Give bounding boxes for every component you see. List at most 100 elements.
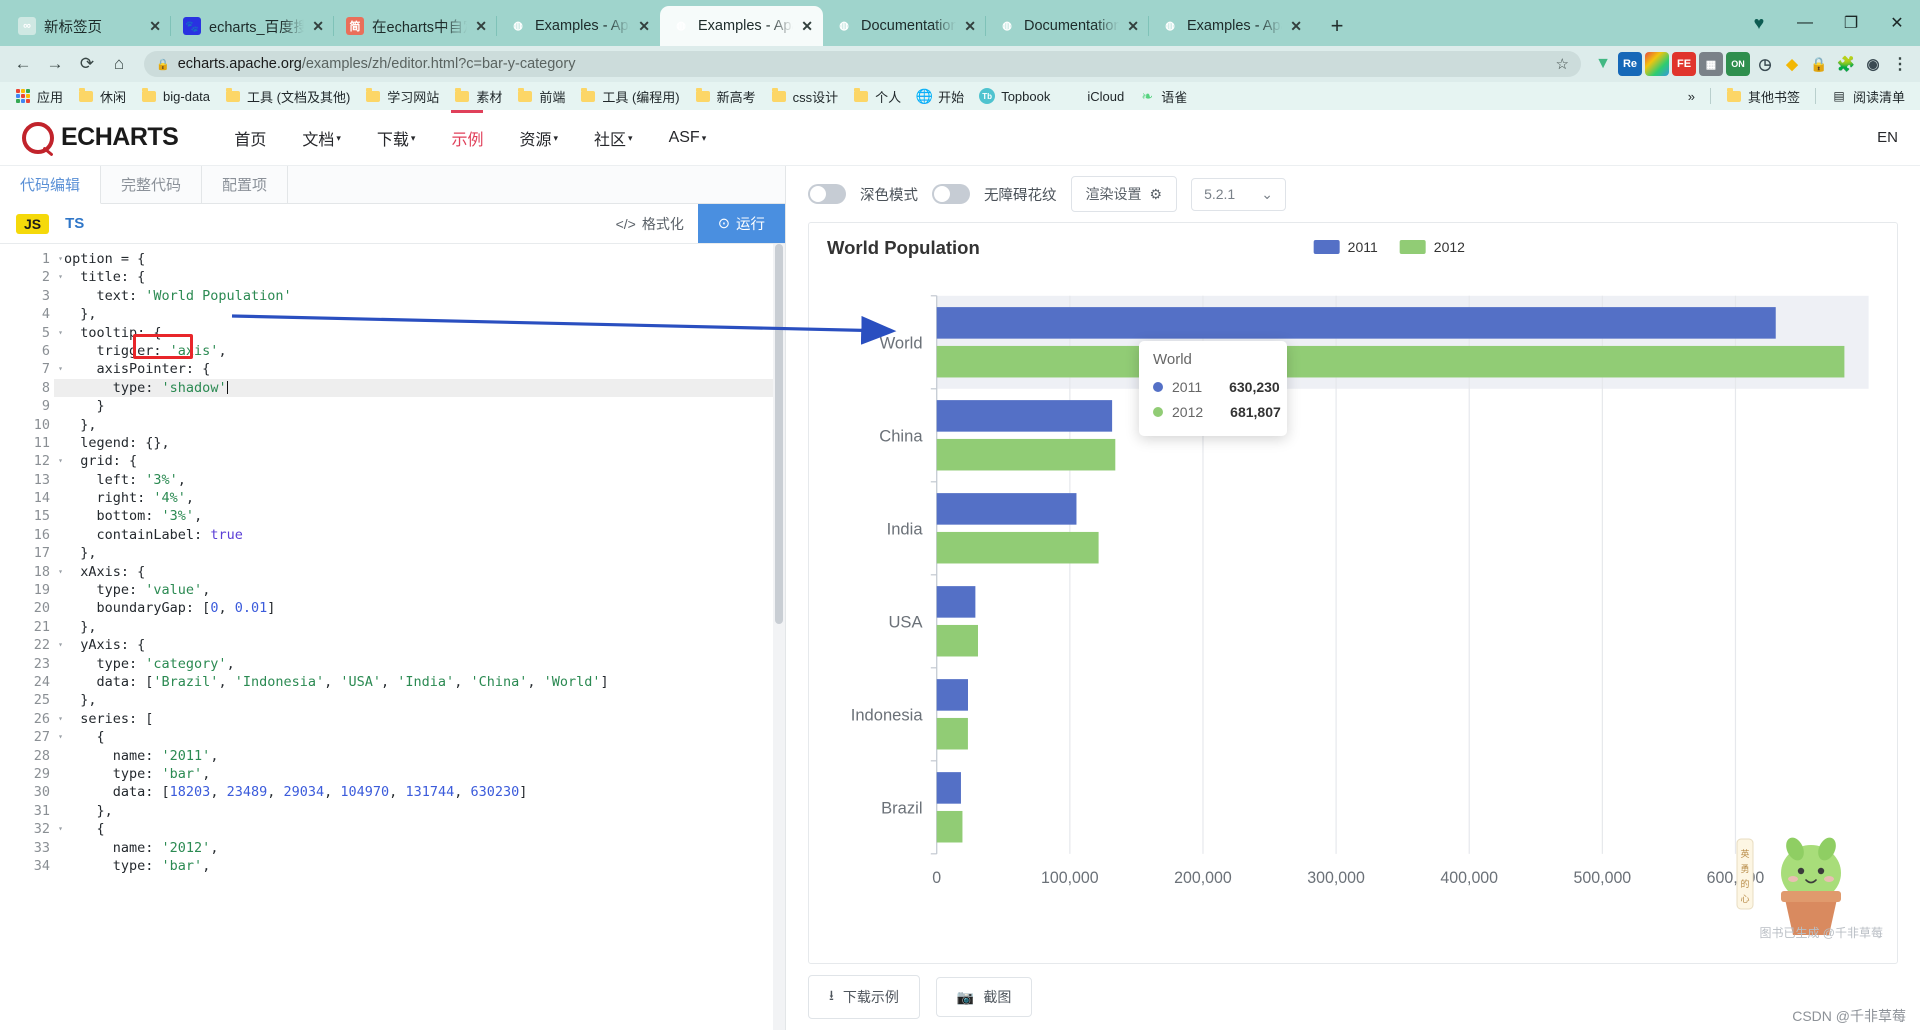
code-line[interactable]: name: '2012', — [64, 839, 785, 857]
bookmark-item[interactable]: 个人 — [846, 85, 908, 108]
vue-devtools-icon[interactable]: ▼ — [1591, 52, 1615, 76]
bookmark-item[interactable]: 🌐 开始 — [909, 85, 971, 108]
code-line[interactable]: type: 'category', — [64, 655, 785, 673]
reading-list-button[interactable]: ▤ 阅读清单 — [1824, 85, 1912, 108]
lang-ts-button[interactable]: TS — [65, 215, 84, 232]
address-bar[interactable]: 🔒 echarts.apache.org/examples/zh/editor.… — [144, 51, 1581, 77]
code-line[interactable]: type: 'bar', — [64, 765, 785, 783]
browser-tab[interactable]: ◍ Examples - Apac ✕ — [497, 6, 660, 46]
code-line[interactable]: }, — [64, 802, 785, 820]
bar-2012[interactable] — [936, 345, 1845, 378]
browser-menu-icon[interactable]: ⋮ — [1888, 52, 1912, 76]
code-line[interactable]: data: [18203, 23489, 29034, 104970, 1317… — [64, 783, 785, 801]
code-line[interactable]: }, — [64, 618, 785, 636]
fe-extension-icon[interactable]: FE — [1672, 52, 1696, 76]
code-text[interactable]: option = { title: { text: 'World Populat… — [54, 244, 785, 1030]
download-example-button[interactable]: ⭳ 下载示例 — [808, 975, 920, 1019]
code-line[interactable]: type: 'bar', — [64, 857, 785, 875]
tab-close-icon[interactable]: ✕ — [638, 18, 650, 35]
nav-item-download[interactable]: 下载 ▾ — [361, 110, 432, 165]
accessibility-toggle[interactable] — [932, 184, 970, 204]
tab-close-icon[interactable]: ✕ — [475, 18, 487, 35]
nav-item-home[interactable]: 首页 — [218, 110, 282, 165]
tab-close-icon[interactable]: ✕ — [1290, 18, 1302, 35]
grid-extension-icon[interactable]: ▦ — [1699, 52, 1723, 76]
language-switch[interactable]: EN — [1877, 129, 1898, 146]
code-line[interactable]: tooltip: { — [64, 324, 785, 342]
browser-tab[interactable]: ◍ Documentation ✕ — [823, 6, 986, 46]
bookmark-item[interactable]: Tb Topbook — [972, 86, 1057, 106]
tab-code-editor[interactable]: 代码编辑 — [0, 166, 102, 204]
bar-2011[interactable] — [936, 493, 1077, 525]
browser-tab[interactable]: 🐾 echarts_百度搜索 ✕ — [171, 6, 334, 46]
close-window-button[interactable]: ✕ — [1874, 0, 1920, 46]
bookmark-item[interactable]: css设计 — [764, 85, 846, 108]
code-line[interactable]: type: 'value', — [64, 581, 785, 599]
tab-close-icon[interactable]: ✕ — [964, 18, 976, 35]
editor-scrollbar[interactable] — [773, 244, 785, 1030]
browser-tab[interactable]: ◍ Documentation ✕ — [986, 6, 1149, 46]
bar-2012[interactable] — [936, 810, 963, 843]
bar-2012[interactable] — [936, 624, 978, 657]
bookmark-item[interactable]: 素材 — [447, 85, 509, 108]
chart-container[interactable]: World Population 2011 2012 World China Ind… — [808, 222, 1898, 964]
bookmark-item[interactable]: ❧ 语雀 — [1132, 85, 1194, 108]
code-line[interactable]: xAxis: { — [64, 563, 785, 581]
code-line[interactable]: data: ['Brazil', 'Indonesia', 'USA', 'In… — [64, 673, 785, 691]
code-line[interactable]: type: 'shadow' — [54, 378, 785, 398]
code-line[interactable]: right: '4%', — [64, 489, 785, 507]
bookmark-apps[interactable]: 应用 — [8, 85, 70, 108]
bar-2011[interactable] — [936, 679, 968, 711]
bar-2012[interactable] — [936, 717, 968, 750]
bookmark-item[interactable]: 前端 — [510, 85, 572, 108]
tab-full-code[interactable]: 完整代码 — [101, 166, 203, 203]
colorpicker-extension-icon[interactable] — [1645, 52, 1669, 76]
minimize-button[interactable]: — — [1782, 0, 1828, 46]
format-button[interactable]: </> 格式化 — [602, 204, 698, 243]
code-line[interactable]: trigger: 'axis', — [64, 342, 785, 360]
code-line[interactable]: series: [ — [64, 710, 785, 728]
heart-icon[interactable]: ♥ — [1736, 0, 1782, 46]
bar-2012[interactable] — [936, 438, 1116, 471]
nav-item-examples[interactable]: 示例 — [435, 110, 499, 165]
browser-tab[interactable]: 简 在echarts中自定 ✕ — [334, 6, 497, 46]
nav-item-resources[interactable]: 资源 ▾ — [503, 110, 574, 165]
bookmarks-overflow-button[interactable]: » — [1681, 87, 1702, 106]
home-icon[interactable]: ⌂ — [104, 49, 134, 79]
version-select[interactable]: 5.2.1 ⌄ — [1191, 177, 1286, 211]
code-line[interactable]: legend: {}, — [64, 434, 785, 452]
code-line[interactable]: grid: { — [64, 452, 785, 470]
bookmark-item[interactable]: iCloud — [1058, 86, 1131, 106]
new-tab-button[interactable]: + — [1320, 9, 1354, 43]
bar-2011[interactable] — [936, 307, 1776, 339]
code-line[interactable]: { — [64, 728, 785, 746]
code-line[interactable]: title: { — [64, 268, 785, 286]
bar-2011[interactable] — [936, 400, 1113, 432]
code-line[interactable]: } — [64, 397, 785, 415]
bookmark-item[interactable]: 工具 (文档及其他) — [218, 85, 357, 108]
clock-extension-icon[interactable]: ◷ — [1753, 52, 1777, 76]
reload-icon[interactable]: ⟳ — [72, 49, 102, 79]
bookmark-other[interactable]: 其他书签 — [1719, 85, 1807, 108]
run-button[interactable]: ⊙ 运行 — [697, 204, 785, 243]
bar-2011[interactable] — [936, 772, 961, 804]
code-line[interactable]: option = { — [64, 250, 785, 268]
bookmark-item[interactable]: 新高考 — [688, 85, 763, 108]
tab-close-icon[interactable]: ✕ — [312, 18, 324, 35]
profile-avatar[interactable]: ◉ — [1861, 52, 1885, 76]
code-line[interactable]: }, — [64, 544, 785, 562]
code-line[interactable]: yAxis: { — [64, 636, 785, 654]
dark-mode-toggle[interactable] — [808, 184, 846, 204]
code-line[interactable]: }, — [64, 691, 785, 709]
nav-item-community[interactable]: 社区 ▾ — [578, 110, 649, 165]
echarts-logo[interactable]: ECHARTS — [22, 121, 179, 154]
browser-tab[interactable]: ◍ Examples - Apac ✕ — [1149, 6, 1312, 46]
nav-item-asf[interactable]: ASF ▾ — [653, 110, 723, 165]
code-line[interactable]: text: 'World Population' — [64, 287, 785, 305]
bookmark-item[interactable]: 工具 (编程用) — [573, 85, 686, 108]
code-line[interactable]: name: '2011', — [64, 747, 785, 765]
puzzle-extension-icon[interactable]: 🧩 — [1834, 52, 1858, 76]
bar-2012[interactable] — [936, 531, 1099, 564]
code-line[interactable]: left: '3%', — [64, 471, 785, 489]
shield-extension-icon[interactable]: ◆ — [1780, 52, 1804, 76]
